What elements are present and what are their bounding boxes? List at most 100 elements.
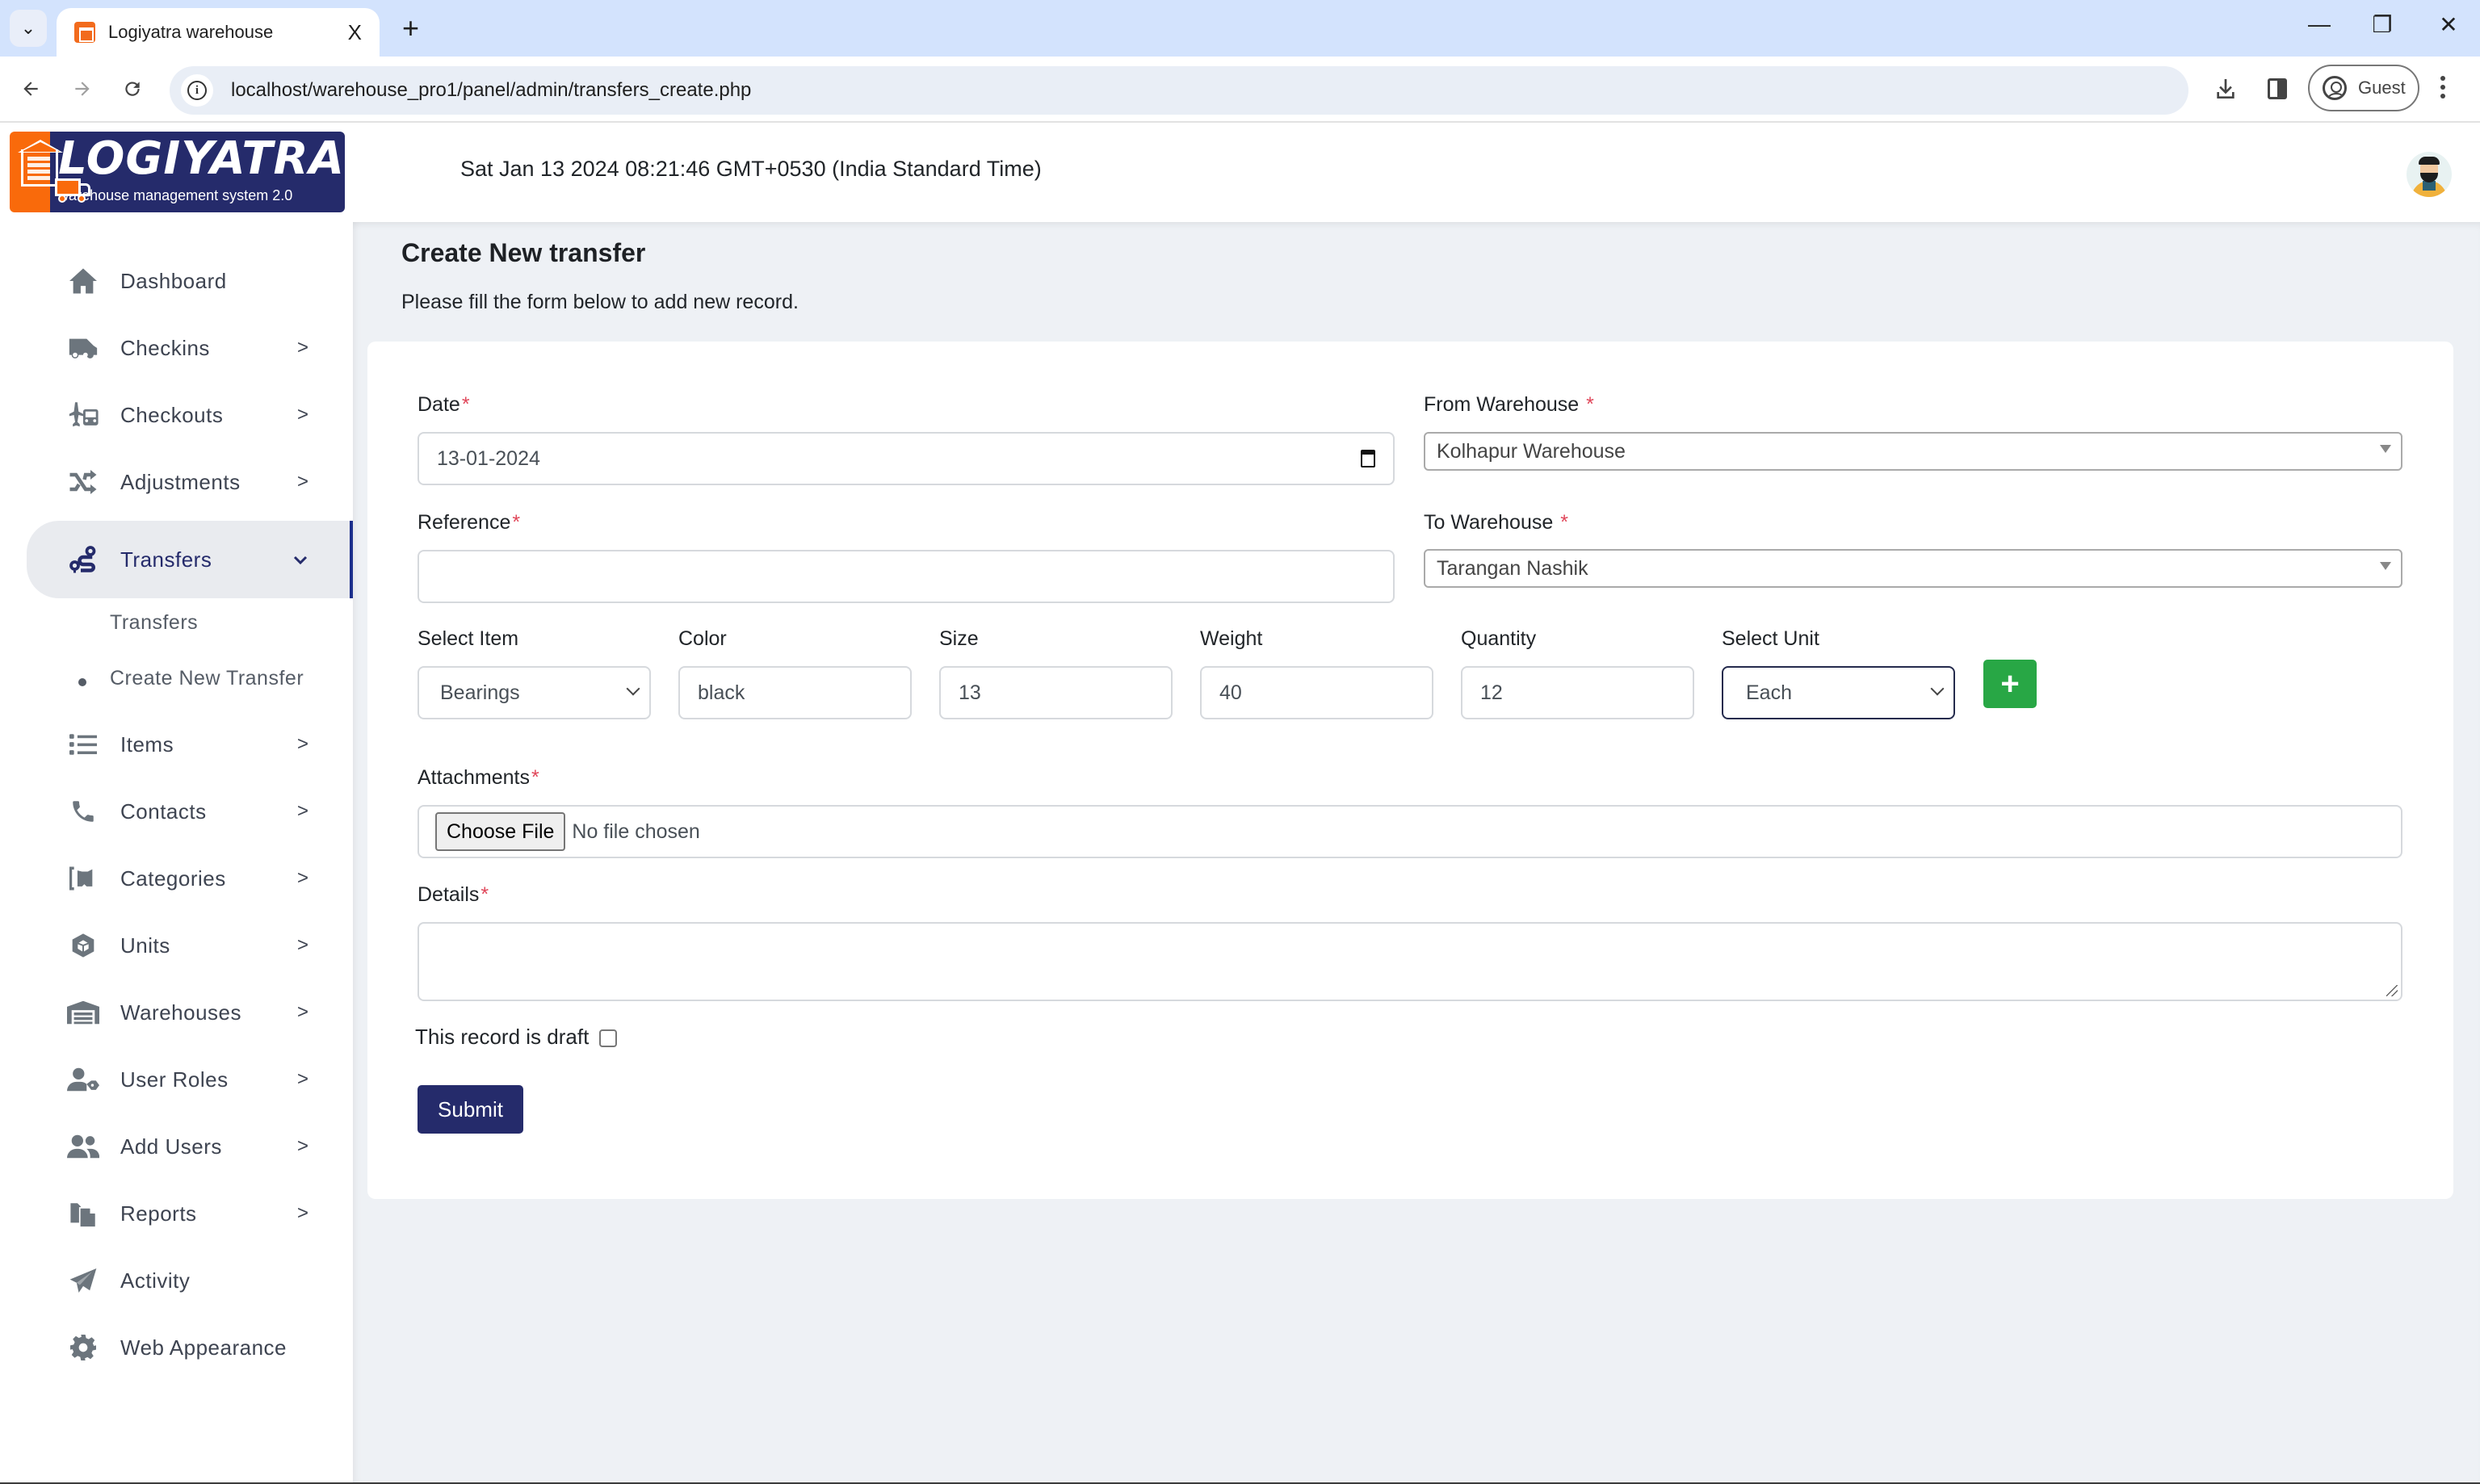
sidebar-item-label: User Roles [120, 1067, 229, 1092]
weight-input[interactable]: 40 [1200, 666, 1433, 719]
arrow-right-icon [75, 82, 90, 96]
color-value: black [698, 681, 745, 704]
sidebar-item-contacts[interactable]: Contacts > [27, 779, 352, 844]
tab-title: Logiyatra warehouse [108, 22, 274, 42]
window-minimize-button[interactable]: — [2303, 11, 2335, 37]
reference-input[interactable] [418, 550, 1395, 603]
to-warehouse-select[interactable]: Tarangan Nashik [1424, 549, 2402, 588]
page-title: Create New transfer [401, 238, 646, 267]
window-maximize-button[interactable]: ❐ [2366, 11, 2398, 38]
tab-close-button[interactable]: X [348, 20, 362, 45]
sidebar-item-user-roles[interactable]: User Roles > [27, 1047, 352, 1112]
from-warehouse-label: From Warehouse * [1424, 393, 1594, 416]
sidebar-item-checkins[interactable]: Checkins > [27, 316, 352, 380]
reload-button[interactable] [115, 71, 150, 107]
file-status: No file chosen [572, 820, 700, 843]
sidebar-item-reports[interactable]: Reports > [27, 1181, 352, 1246]
sidebar-item-label: Adjustments [120, 469, 241, 494]
sidebar-item-categories[interactable]: Categories > [27, 846, 352, 911]
kebab-menu-icon [2440, 76, 2445, 81]
submit-button[interactable]: Submit [418, 1085, 523, 1134]
resize-handle-icon[interactable] [2386, 985, 2398, 996]
submenu-item-create-new-transfer[interactable]: Create New Transfer [110, 667, 304, 690]
size-input[interactable]: 13 [939, 666, 1173, 719]
downloads-button[interactable] [2209, 73, 2242, 105]
route-icon [67, 543, 99, 576]
gear-icon [67, 1331, 99, 1364]
chevron-right-icon: > [297, 471, 309, 493]
required-mark: * [1560, 511, 1568, 534]
url-text[interactable]: localhost/warehouse_pro1/panel/admin/tra… [231, 79, 751, 102]
sidebar-item-label: Add Users [120, 1134, 222, 1159]
back-button[interactable] [13, 71, 48, 107]
favicon-icon [74, 22, 95, 43]
calendar-icon[interactable] [1361, 450, 1375, 467]
reports-icon [67, 1197, 99, 1230]
sidebar-item-checkouts[interactable]: Checkouts > [27, 383, 352, 447]
sidebar-item-items[interactable]: Items > [27, 712, 352, 777]
date-value: 13-01-2024 [437, 446, 540, 470]
date-input[interactable]: 13-01-2024 [418, 432, 1395, 485]
required-mark: * [1586, 393, 1594, 416]
sidebar-item-web-appearance[interactable]: Web Appearance [27, 1315, 352, 1380]
chevron-right-icon: > [297, 1202, 309, 1224]
details-label: Details* [418, 883, 489, 906]
chevron-right-icon: > [297, 934, 309, 956]
reload-icon [125, 82, 140, 96]
info-icon: i [187, 81, 207, 100]
sidebar-item-transfers[interactable]: Transfers [27, 521, 354, 598]
browser-menu-button[interactable] [2439, 76, 2447, 99]
browser-toolbar: i localhost/warehouse_pro1/panel/admin/t… [0, 57, 2480, 123]
window-close-button[interactable]: ✕ [2432, 11, 2465, 38]
select-item-dropdown[interactable]: Bearings [418, 666, 651, 719]
submenu-item-transfers[interactable]: Transfers [110, 611, 198, 635]
user-avatar[interactable] [2407, 152, 2452, 197]
plane-truck-icon [67, 399, 99, 431]
details-textarea[interactable] [418, 922, 2402, 1001]
users-icon [67, 1130, 99, 1163]
sidebar-item-activity[interactable]: Activity [27, 1248, 352, 1313]
select-unit-dropdown[interactable]: Each [1722, 666, 1955, 719]
sidebar-item-warehouses[interactable]: Warehouses > [27, 980, 352, 1045]
draft-checkbox[interactable] [599, 1029, 617, 1047]
site-info-button[interactable]: i [181, 74, 213, 107]
sidebar-item-label: Checkouts [120, 402, 224, 427]
side-panel-button[interactable] [2261, 73, 2293, 105]
sidebar-item-label: Contacts [120, 799, 207, 824]
chevron-right-icon: > [297, 404, 309, 425]
new-tab-button[interactable]: + [402, 11, 419, 45]
logo[interactable]: LOGIYATRA warehouse management system 2.… [10, 132, 345, 212]
browser-tab[interactable]: Logiyatra warehouse X [57, 8, 380, 57]
attachments-label: Attachments* [418, 766, 539, 789]
required-mark: * [531, 766, 539, 789]
address-bar[interactable]: i localhost/warehouse_pro1/panel/admin/t… [170, 66, 2188, 115]
paper-plane-icon [67, 1264, 99, 1297]
categories-icon [67, 862, 99, 895]
chevron-down-icon [1930, 681, 1945, 696]
profile-button[interactable]: Guest [2308, 65, 2419, 111]
chevron-down-icon [293, 548, 308, 571]
sidebar-item-adjustments[interactable]: Adjustments > [27, 450, 352, 514]
color-label: Color [678, 627, 727, 650]
browser-tab-strip: ⌄ Logiyatra warehouse X + — ❐ ✕ [0, 0, 2480, 57]
dropdown-arrow-icon [2380, 562, 2391, 570]
color-input[interactable]: black [678, 666, 912, 719]
add-item-button[interactable]: + [1983, 660, 2037, 708]
sidebar-item-add-users[interactable]: Add Users > [27, 1114, 352, 1179]
sidebar-item-dashboard[interactable]: Dashboard [27, 249, 352, 313]
draft-label: This record is draft [415, 1025, 590, 1049]
forward-button[interactable] [65, 71, 100, 107]
quantity-input[interactable]: 12 [1461, 666, 1694, 719]
choose-file-button[interactable]: Choose File [435, 812, 566, 851]
user-tag-icon [67, 1063, 99, 1096]
shuffle-icon [67, 466, 99, 498]
tab-search-button[interactable]: ⌄ [10, 10, 47, 47]
from-warehouse-select[interactable]: Kolhapur Warehouse [1424, 432, 2402, 471]
attachments-file-input[interactable]: Choose File No file chosen [418, 805, 2402, 858]
chevron-down-icon [626, 681, 640, 696]
chevron-right-icon: > [297, 1001, 309, 1023]
select-unit-label: Select Unit [1722, 627, 1819, 650]
select-item-value: Bearings [440, 681, 520, 704]
home-icon [67, 265, 99, 297]
sidebar-item-units[interactable]: Units > [27, 913, 352, 978]
